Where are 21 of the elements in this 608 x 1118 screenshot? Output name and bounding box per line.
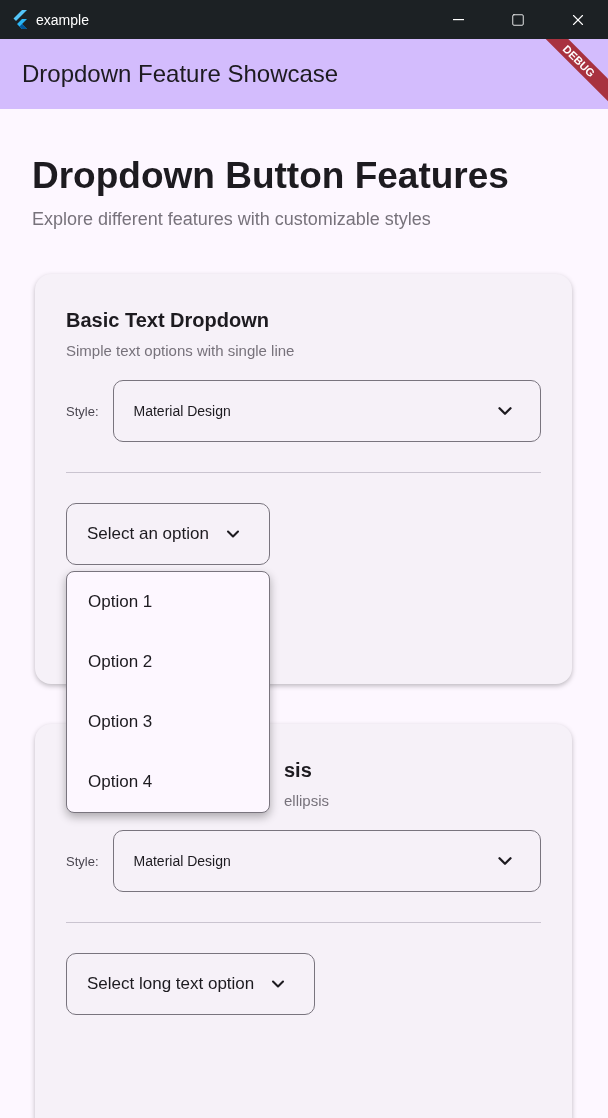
app-bar-title: Dropdown Feature Showcase (22, 60, 339, 88)
dropdown-button[interactable]: Select an option (66, 503, 270, 565)
minimize-icon (452, 18, 464, 21)
dropdown-button[interactable]: Select long text option (66, 953, 316, 1015)
card-subtitle: Simple text options with single line (66, 342, 296, 359)
menu-item[interactable]: Option 2 (67, 632, 269, 692)
maximize-icon (511, 12, 525, 27)
style-label: Style: (66, 403, 99, 419)
card-title: Basic Text Dropdown (66, 309, 270, 332)
window-title: example (36, 11, 90, 28)
style-label: Style: (66, 853, 99, 869)
style-select[interactable]: Material Design (112, 830, 541, 892)
flutter-logo-icon (12, 9, 28, 30)
menu-item[interactable]: Option 1 (67, 572, 269, 632)
page-subheading: Explore different features with customizable styles (32, 209, 432, 230)
style-select[interactable]: Material Design (112, 380, 541, 442)
menu-item[interactable]: Option 4 (67, 752, 269, 812)
page-heading: Dropdown Button Features (32, 155, 510, 197)
card-title: sis (284, 759, 313, 782)
card-subtitle: ellipsis (284, 792, 330, 809)
menu-item[interactable]: Option 3 (67, 692, 269, 752)
